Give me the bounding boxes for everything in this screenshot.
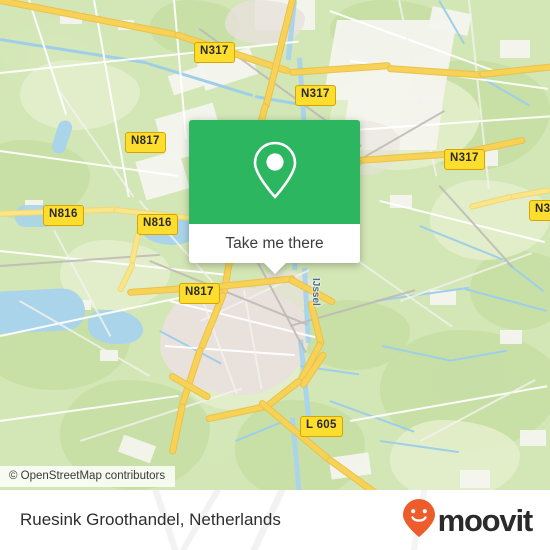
moovit-pin-smile-icon	[402, 498, 436, 543]
footer-bar: Ruesink Groothandel, Netherlands moovit	[0, 490, 550, 550]
road-shield: N317	[295, 85, 336, 106]
road-shield: L 605	[300, 416, 343, 437]
take-me-there-button[interactable]: Take me there	[225, 235, 323, 253]
road-shield: N816	[43, 205, 84, 226]
moovit-wordmark: moovit	[437, 502, 534, 538]
place-title: Ruesink Groothandel, Netherlands	[20, 510, 281, 529]
road-shield: N816	[137, 214, 178, 235]
popup-image-area	[189, 120, 360, 224]
location-popup-card[interactable]: Take me there	[189, 120, 360, 274]
popup-action-area[interactable]: Take me there	[189, 224, 360, 274]
road-shield: N817	[125, 132, 166, 153]
map-canvas[interactable]: IJssel N317 N317 N817 N317 N816 N816 N3 N817 L 6…	[0, 0, 550, 490]
map-pin-icon	[249, 139, 301, 206]
road-shield: N817	[179, 283, 220, 304]
road-shield: N317	[444, 149, 485, 170]
map-screenshot: IJssel N317 N317 N817 N317 N816 N816 N3 N817 L 6…	[0, 0, 550, 550]
moovit-logo[interactable]: moovit	[402, 498, 534, 543]
map-attribution[interactable]: © OpenStreetMap contributors	[0, 466, 176, 487]
road-shield: N3	[529, 200, 550, 221]
road-shield: N317	[194, 42, 235, 63]
popup-pointer-notch	[263, 263, 286, 274]
